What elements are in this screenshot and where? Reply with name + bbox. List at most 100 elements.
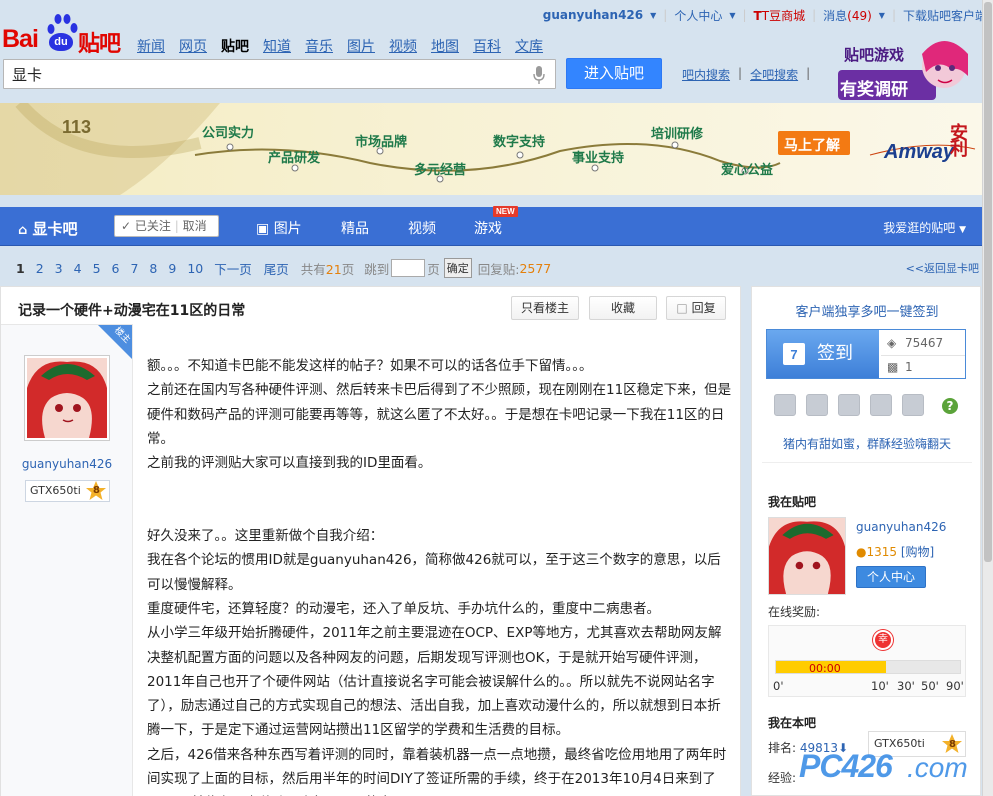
tab-video[interactable]: 视频 (408, 218, 436, 238)
learn-more-button[interactable]: 马上了解 (784, 135, 840, 155)
caret-down-icon[interactable]: ▼ (650, 11, 656, 20)
banner-item: 事业支持 (572, 151, 625, 166)
enter-bar-button[interactable]: 进入贴吧 (566, 58, 662, 89)
anime-avatar-image (769, 518, 845, 594)
jump-page-input[interactable] (391, 259, 426, 277)
jump-label: 跳到 (364, 261, 390, 277)
forum-nav: ⌂ 显卡吧 ✓ 已关注 | 取消 ▣ 图片 精品 视频 游戏 NEW 我爱逛的贴… (0, 206, 982, 246)
badge-level: 8 (93, 485, 100, 496)
tab-games[interactable]: 游戏 (474, 218, 502, 238)
tdou-mall-link[interactable]: TT豆商城 (754, 7, 806, 24)
scrollbar[interactable] (982, 0, 993, 796)
username-link[interactable]: guanyuhan426 (543, 8, 643, 22)
page-link[interactable]: 5 (93, 261, 101, 276)
nav-video[interactable]: 视频 (389, 36, 417, 56)
back-to-bar-link[interactable]: <<返回显卡吧 (906, 260, 979, 276)
nav-images[interactable]: 图片 (347, 36, 375, 56)
tool-icon[interactable] (806, 394, 828, 416)
exp-promo-link[interactable]: 猪内有甜如蜜，群酥经验嗨翻天 (752, 435, 982, 452)
post-paragraph: 重度硬件宅，还算轻度？的动漫宅，还入了单反坑、手办坑什么的，重度中二病患者。 (147, 600, 660, 617)
my-username[interactable]: guanyuhan426 (856, 520, 946, 534)
my-favorite-bars[interactable]: 我爱逛的贴吧 ▼ (883, 219, 966, 236)
unfollow-link[interactable]: 取消 (183, 219, 207, 233)
page-link[interactable]: 2 (36, 261, 44, 276)
bar-name[interactable]: ⌂ 显卡吧 (18, 218, 78, 239)
help-icon[interactable]: ? (942, 398, 958, 414)
follow-status: ✓ 已关注 | 取消 (114, 215, 219, 237)
baidu-tieba-logo[interactable]: Bai du 贴吧 (2, 13, 122, 57)
post-paragraph: 好久没来了。。这里重新做个自我介绍： (147, 528, 384, 545)
sign-in-button[interactable]: 7 签到 (767, 330, 879, 378)
logo-tieba: 贴吧 (78, 32, 121, 57)
post-paragraph: 我在各个论坛的惯用ID就是guanyuhan426，简称做426就可以，至于这三… (147, 552, 721, 593)
reply-count: 2577 (519, 260, 552, 276)
online-reward-label: 在线奖励: (768, 605, 821, 619)
member-badge[interactable]: GTX650ti 8 (25, 480, 110, 502)
shop-link[interactable]: [购物] (901, 545, 934, 559)
reward-progress-bar (775, 660, 961, 674)
right-sidebar: 客户端独享多吧一键签到 7 签到 ◈ 75467 ▩ 1 ? 猪内有甜如蜜，群酥… (751, 286, 981, 796)
tool-icon[interactable] (838, 394, 860, 416)
separator: | (174, 219, 179, 233)
user-bar: guanyuhan426 ▼ | 个人中心 ▼ | TT豆商城 | 消息(49) ▼ … (543, 6, 987, 24)
search-all-link[interactable]: 全吧搜索 (750, 66, 798, 83)
personal-center-link[interactable]: 个人中心 (674, 7, 722, 24)
nav-web[interactable]: 网页 (179, 36, 207, 56)
in-this-bar-title: 我在本吧 (768, 716, 817, 730)
nav-baike[interactable]: 百科 (473, 36, 501, 56)
nav-music[interactable]: 音乐 (305, 36, 333, 56)
separator: | (806, 66, 811, 80)
next-page-link[interactable]: 下一页 (214, 259, 252, 278)
user-center-button[interactable]: 个人中心 (856, 566, 926, 588)
page-link[interactable]: 9 (168, 261, 176, 276)
collect-button[interactable]: 收藏 (589, 296, 657, 320)
search-input[interactable] (4, 60, 504, 88)
avatar[interactable] (24, 355, 110, 441)
nav-map[interactable]: 地图 (431, 36, 459, 56)
page-link[interactable]: 6 (112, 261, 120, 276)
banner-number: 113 (62, 117, 92, 137)
game-survey-ad[interactable]: 贴吧游戏 有奖调研 (834, 36, 974, 104)
download-client-link[interactable]: 下载贴吧客户端 (903, 7, 987, 24)
product-nav: 新闻 网页 贴吧 知道 音乐 图片 视频 地图 百科 文库 (137, 36, 543, 56)
amway-banner[interactable]: 113 公司实力 产品研发 市场品牌 多元经营 数字支持 事业支持 培训研修 爱… (0, 103, 993, 195)
post-content: 额。。。不知道卡巴能不能发这样的帖子？如果不可以的话各位手下留情。。。 之前还在… (147, 354, 732, 796)
search-in-bar-link[interactable]: 吧内搜索 (682, 66, 730, 83)
nav-tieba[interactable]: 贴吧 (221, 36, 249, 56)
logo-bai: Bai (2, 25, 39, 53)
my-avatar[interactable] (768, 517, 846, 595)
tool-icon[interactable] (870, 394, 892, 416)
page-link[interactable]: 7 (130, 261, 138, 276)
nav-news[interactable]: 新闻 (137, 36, 165, 56)
reward-icon[interactable]: 幸 (873, 630, 893, 650)
page-link[interactable]: 8 (149, 261, 157, 276)
tab-images[interactable]: ▣ 图片 (256, 218, 302, 238)
tab-featured[interactable]: 精品 (341, 218, 369, 238)
page-link[interactable]: 3 (55, 261, 63, 276)
reply-button[interactable]: □ 回复 (666, 296, 726, 320)
nav-wenku[interactable]: 文库 (515, 36, 543, 56)
caret-down-icon[interactable]: ▼ (879, 11, 885, 20)
watermark-text: PC426 (799, 748, 893, 784)
only-author-button[interactable]: 只看楼主 (511, 296, 579, 320)
tick-label: 50' (921, 679, 939, 693)
caret-down-icon: ▼ (959, 225, 966, 235)
last-page-link[interactable]: 尾页 (264, 259, 289, 278)
messages-link[interactable]: 消息(49) (823, 7, 872, 24)
jump-ok-button[interactable]: 确定 (443, 258, 472, 278)
microphone-icon[interactable] (533, 66, 545, 84)
tool-icon[interactable] (774, 394, 796, 416)
caret-down-icon[interactable]: ▼ (729, 11, 735, 20)
separator: | (891, 8, 896, 22)
page-link[interactable]: 4 (74, 261, 82, 276)
banner-item: 爱心公益 (721, 163, 774, 178)
author-name[interactable]: guanyuhan426 (1, 457, 133, 471)
divider (762, 462, 972, 463)
nav-zhidao[interactable]: 知道 (263, 36, 291, 56)
tool-icon[interactable] (902, 394, 924, 416)
pin-icon: ◈ (887, 336, 897, 350)
scrollbar-thumb[interactable] (984, 2, 992, 562)
client-sign-promo[interactable]: 客户端独享多吧一键签到 (752, 301, 982, 320)
page-link[interactable]: 10 (187, 261, 203, 276)
banner-item: 多元经营 (414, 163, 467, 178)
